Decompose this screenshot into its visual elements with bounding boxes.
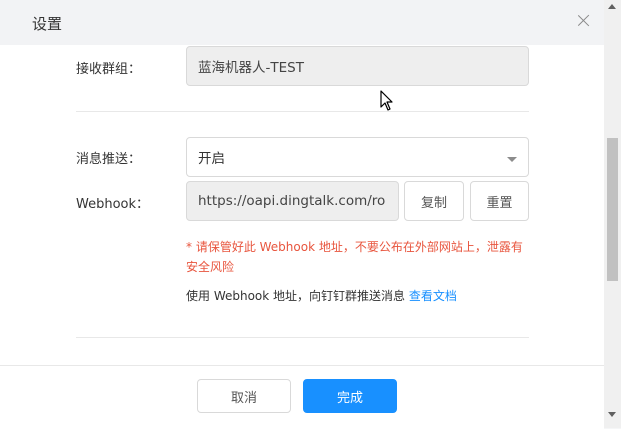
push-label: 消息推送： [76, 152, 142, 167]
security-warning: * 请保管好此 Webhook 地址，不要公布在外部网站上，泄露有安全风险 [186, 240, 523, 274]
group-label: 接收群组： [76, 62, 142, 77]
cancel-button[interactable]: 取消 [197, 379, 291, 413]
chevron-down-icon [507, 157, 517, 162]
webhook-field[interactable]: https://oapi.dingtalk.com/ro [186, 181, 399, 221]
group-field: 蓝海机器人-TEST [186, 46, 529, 86]
push-select[interactable]: 开启 [186, 137, 529, 177]
close-icon[interactable] [576, 13, 592, 29]
divider-top [76, 111, 529, 112]
settings-dialog: 设置 接收群组： 蓝海机器人-TEST 消息推送： 开启 Webhook： ht… [0, 0, 604, 429]
reset-button[interactable]: 重置 [470, 181, 529, 221]
divider-bottom [76, 337, 529, 338]
scroll-down-icon[interactable] [608, 412, 616, 417]
dialog-header: 设置 [0, 0, 604, 45]
vertical-scrollbar[interactable] [604, 0, 621, 428]
hint-text: 使用 Webhook 地址，向钉钉群推送消息 [186, 289, 409, 303]
group-value: 蓝海机器人-TEST [198, 60, 304, 76]
view-docs-link[interactable]: 查看文档 [409, 289, 457, 303]
webhook-value: https://oapi.dingtalk.com/ro [198, 193, 386, 209]
done-button[interactable]: 完成 [303, 379, 397, 413]
push-value: 开启 [198, 151, 225, 167]
webhook-label: Webhook： [76, 197, 150, 212]
dialog-footer: 取消 完成 [0, 365, 604, 429]
scroll-up-icon[interactable] [608, 4, 616, 9]
mouse-cursor-icon [380, 90, 393, 111]
scroll-thumb[interactable] [607, 138, 618, 281]
copy-button[interactable]: 复制 [404, 181, 464, 221]
webhook-hint: 使用 Webhook 地址，向钉钉群推送消息 查看文档 [186, 287, 457, 304]
dialog-title: 设置 [32, 15, 63, 33]
